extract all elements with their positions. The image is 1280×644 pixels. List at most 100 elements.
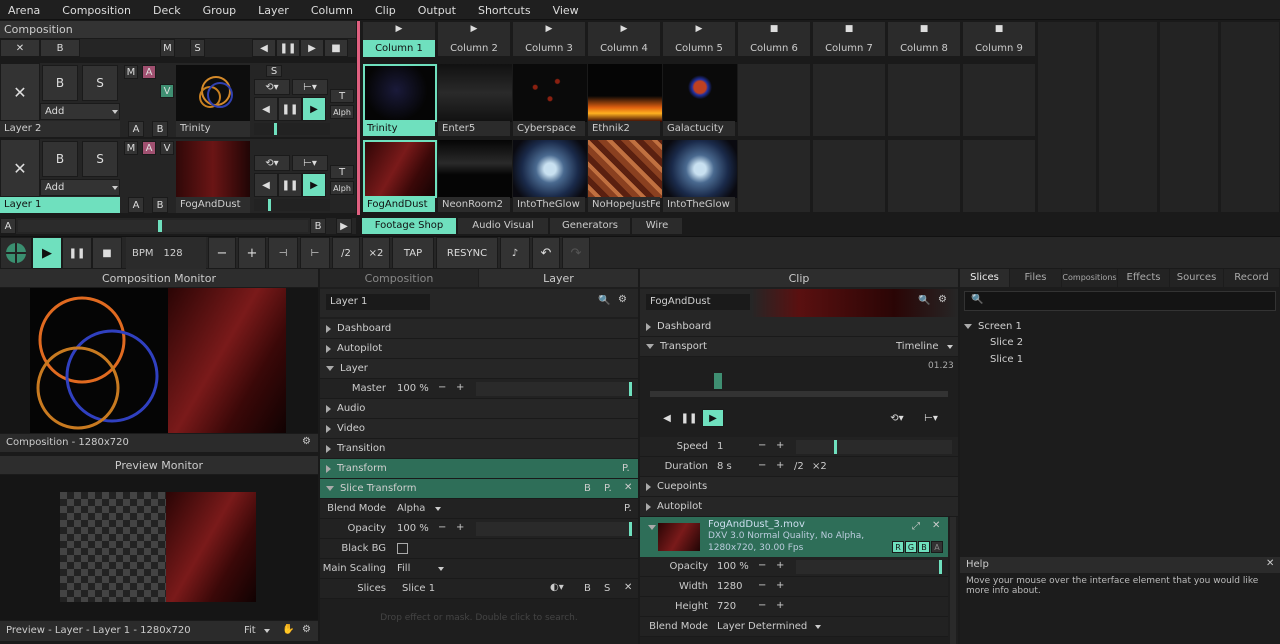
clip-slot[interactable]: NeonRoom2 <box>437 139 512 213</box>
tab-composition[interactable]: Composition <box>320 269 478 287</box>
layer-1-play-button[interactable]: ▶ <box>302 173 326 197</box>
speed-minus[interactable]: − <box>758 440 766 451</box>
layer-2-b-toggle[interactable]: B <box>152 121 168 137</box>
layer-gear-icon[interactable]: ⚙ <box>618 294 627 305</box>
layer-1-name[interactable]: Layer 1 <box>0 197 120 213</box>
layer-2-a-toggle[interactable]: A <box>128 121 144 137</box>
tab-files[interactable]: Files <box>1010 269 1061 287</box>
empty-clip-slot[interactable] <box>737 63 811 137</box>
comp-mask-button[interactable]: M <box>160 39 175 57</box>
slices-dropdown[interactable]: Slice 1 <box>402 583 435 594</box>
empty-clip-slot[interactable] <box>887 139 961 213</box>
slice-close-icon[interactable]: ✕ <box>624 482 632 493</box>
column-header-5[interactable]: ▶ Column 5 <box>662 21 736 57</box>
layer-1-solo-button[interactable]: S <box>82 141 118 177</box>
tab-slices[interactable]: Slices <box>960 269 1009 287</box>
opacity-plus[interactable]: + <box>456 522 464 533</box>
clip-slot[interactable]: NoHopeJustFear <box>587 139 662 213</box>
section-audio[interactable]: Audio <box>320 399 638 419</box>
column-label[interactable]: Column 3 <box>513 40 585 57</box>
transport-pause-button[interactable]: ❚❚ <box>62 237 92 269</box>
bpm-double-button[interactable]: ×2 <box>362 237 390 269</box>
comp-solo-button[interactable]: S <box>190 39 205 57</box>
column-play-icon[interactable]: ▶ <box>513 24 585 34</box>
layer-1-t-button[interactable]: T <box>330 165 354 179</box>
slice-mask-icon[interactable]: ◐▾ <box>550 582 564 593</box>
menu-output[interactable]: Output <box>418 4 464 17</box>
clip-loop-dropdown[interactable]: ⟲▾ <box>884 409 910 427</box>
resync-button[interactable]: RESYNC <box>436 237 498 269</box>
clip-name-field[interactable]: FogAndDust <box>646 294 750 310</box>
clip-transport-section[interactable]: Transport Timeline <box>640 337 958 357</box>
height-minus[interactable]: − <box>758 600 766 611</box>
clip-pause-button[interactable]: ❚❚ <box>678 409 700 427</box>
menu-group[interactable]: Group <box>203 4 245 17</box>
section-autopilot[interactable]: Autopilot <box>320 339 638 359</box>
column-stop-icon[interactable]: ■ <box>813 24 885 34</box>
column-header-3[interactable]: ▶ Column 3 <box>512 21 586 57</box>
duration-half[interactable]: /2 <box>794 461 804 472</box>
column-header-7[interactable]: ■ Column 7 <box>812 21 886 57</box>
column-stop-icon[interactable]: ■ <box>738 24 810 34</box>
column-label[interactable]: Column 9 <box>963 40 1035 57</box>
master-plus[interactable]: + <box>456 382 464 393</box>
channel-b[interactable]: B <box>918 541 930 553</box>
clip-slot[interactable]: IntoTheGlow <box>512 139 587 213</box>
clip-scrollbar[interactable] <box>950 517 956 644</box>
column-header-8[interactable]: ■ Column 8 <box>887 21 961 57</box>
transform-preset-button[interactable]: P. <box>622 463 630 474</box>
metronome-icon[interactable]: ♪ <box>500 237 530 269</box>
fit-dropdown[interactable]: Fit <box>244 625 270 636</box>
clip-search-icon[interactable]: 🔍 <box>918 295 930 306</box>
layer-2-name[interactable]: Layer 2 <box>0 121 120 137</box>
drop-effect-hint[interactable]: Drop effect or mask. Double click to sea… <box>320 613 638 623</box>
menu-view[interactable]: View <box>553 4 587 17</box>
comp-play-button[interactable]: ▶ <box>300 39 324 57</box>
column-label[interactable]: Column 4 <box>588 40 660 57</box>
layer-1-direction-dropdown[interactable]: ⊢▾ <box>292 155 328 171</box>
layer-1-a-button[interactable]: A <box>142 141 156 155</box>
column-play-icon[interactable]: ▶ <box>663 24 735 34</box>
empty-clip-slot[interactable] <box>962 63 1036 137</box>
clip-slot[interactable]: FogAndDust <box>362 139 437 213</box>
tab-compositions[interactable]: Compositions <box>1062 269 1117 287</box>
column-play-icon[interactable]: ▶ <box>588 24 660 34</box>
channel-g[interactable]: G <box>905 541 917 553</box>
clip-blend-dropdown[interactable]: Layer Determined <box>717 621 822 632</box>
layer-1-b-toggle[interactable]: B <box>152 197 168 213</box>
tab-record[interactable]: Record <box>1224 269 1279 287</box>
group-crossfader[interactable] <box>18 220 308 232</box>
layer-1-v-button[interactable]: V <box>160 141 174 155</box>
section-transition[interactable]: Transition <box>320 439 638 459</box>
clip-playhead[interactable] <box>714 373 722 389</box>
comp-stop-button[interactable]: ■ <box>324 39 348 57</box>
column-header-6[interactable]: ■ Column 6 <box>737 21 811 57</box>
opacity-minus[interactable]: − <box>438 522 446 533</box>
section-slice-transform[interactable]: Slice Transform B P. ✕ <box>320 479 638 499</box>
clip-opacity-slider[interactable] <box>796 560 942 574</box>
layer-2-pause-button[interactable]: ❚❚ <box>278 97 302 121</box>
tab-generators[interactable]: Generators <box>550 218 630 234</box>
bpm-minus-button[interactable]: − <box>208 237 236 269</box>
height-value[interactable]: 720 <box>717 601 736 612</box>
redo-icon[interactable]: ↷ <box>562 237 590 269</box>
group-a-toggle[interactable]: A <box>0 218 16 234</box>
width-plus[interactable]: + <box>776 580 784 591</box>
clip-opacity-plus[interactable]: + <box>776 560 784 571</box>
tab-audio-visual[interactable]: Audio Visual <box>458 218 548 234</box>
preview-gear-icon[interactable]: ⚙ <box>302 624 311 635</box>
clip-source-close-icon[interactable]: ✕ <box>932 520 940 531</box>
layer-1-clear-button[interactable]: ✕ <box>0 139 40 197</box>
group-b-toggle[interactable]: B <box>310 218 326 234</box>
bpm-value[interactable]: 128 <box>164 248 183 259</box>
height-plus[interactable]: + <box>776 600 784 611</box>
clip-timeline-track[interactable] <box>650 391 948 397</box>
menu-layer[interactable]: Layer <box>258 4 297 17</box>
layer-1-opacity-slider[interactable] <box>254 199 330 211</box>
transport-play-button[interactable]: ▶ <box>32 237 62 269</box>
section-dashboard[interactable]: Dashboard <box>320 319 638 339</box>
section-layer[interactable]: Layer <box>320 359 638 379</box>
layer-2-opacity-slider[interactable] <box>254 123 330 135</box>
speed-value[interactable]: 1 <box>717 441 723 452</box>
nudge-forward-button[interactable]: ⊢ <box>300 237 330 269</box>
